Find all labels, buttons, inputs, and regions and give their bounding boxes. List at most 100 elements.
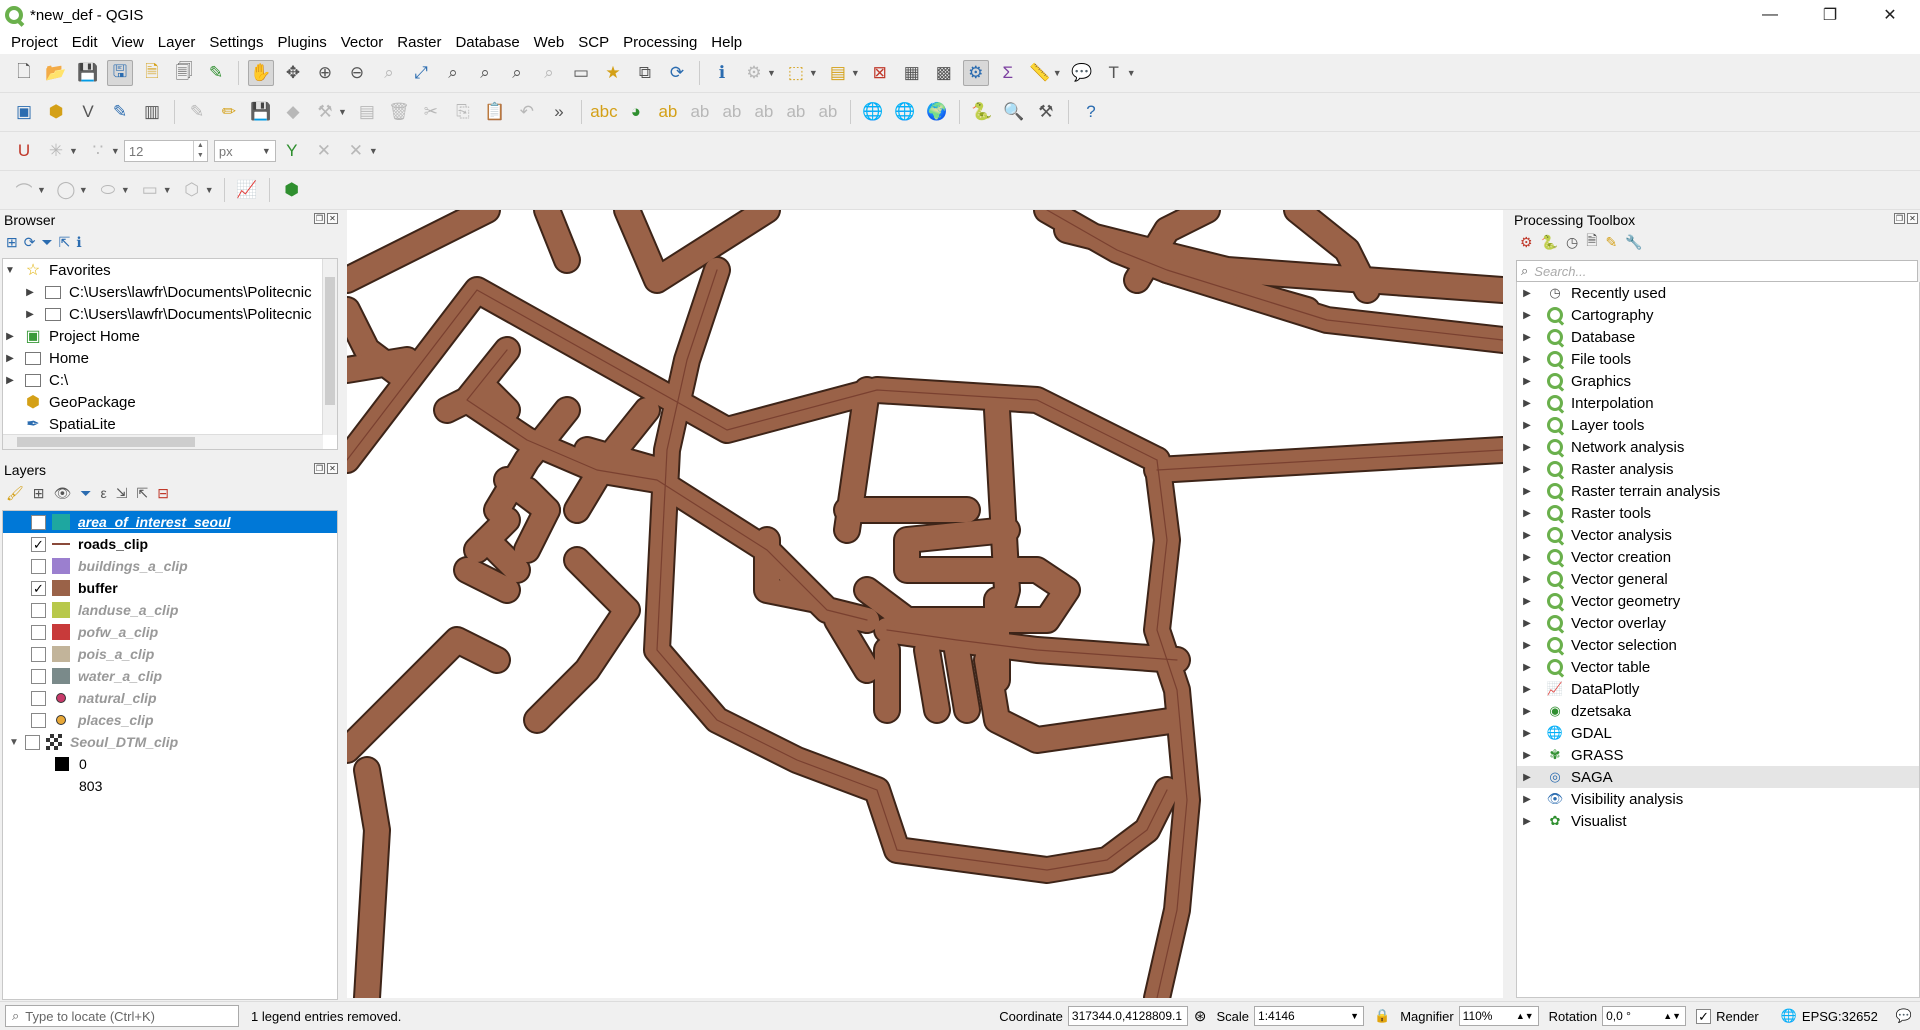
processing-search-input[interactable]: ⌕ Search... (1516, 260, 1918, 282)
filter-legend-icon[interactable]: ⏷ (80, 485, 91, 502)
snapping-intersection-icon[interactable]: ✕ (343, 138, 369, 164)
layer-visibility-checkbox[interactable] (31, 624, 46, 640)
expand-arrow-icon[interactable]: ▶ (1517, 552, 1537, 563)
close-panel-button[interactable]: ✕ (1907, 213, 1918, 224)
refresh-icon[interactable]: ⟳ (24, 234, 36, 251)
browser-item-home[interactable]: ▶ Home (3, 347, 337, 369)
scripts-icon[interactable]: 🐍 (1541, 234, 1558, 251)
crs-globe-icon[interactable]: 🌐 (1781, 1008, 1797, 1024)
expand-arrow-icon[interactable]: ▶ (1517, 574, 1537, 585)
browser-item-geopackage[interactable]: ⬢ GeoPackage (3, 391, 337, 413)
processing-group-saga[interactable]: ▶ ◎ SAGA (1517, 766, 1919, 788)
statistical-summary-icon[interactable]: Σ (995, 60, 1021, 86)
add-vector-layer-icon[interactable]: V (75, 99, 101, 125)
pan-to-selection-icon[interactable]: ✥ (280, 60, 306, 86)
layer-visibility-checkbox[interactable] (31, 558, 46, 574)
messages-icon[interactable]: 💬 (1896, 1008, 1912, 1024)
layer-diagram-icon[interactable]: ◕ (623, 99, 649, 125)
browser-item-c-drive[interactable]: ▶ C:\ (3, 369, 337, 391)
expand-arrow-icon[interactable]: ▶ (1517, 508, 1537, 519)
processing-group-recently-used[interactable]: ▶ ◷ Recently used (1517, 282, 1919, 304)
processing-group-cartography[interactable]: ▶ Cartography (1517, 304, 1919, 326)
collapse-all-icon[interactable]: ⇱ (136, 485, 148, 502)
topological-editing-icon[interactable]: Y (279, 138, 305, 164)
digitize-curve-icon[interactable]: ⌒ (11, 177, 37, 203)
expand-arrow-icon[interactable]: ▶ (1517, 618, 1537, 629)
browser-item-spatialite[interactable]: ✒ SpatiaLite (3, 413, 337, 435)
processing-group-raster-tools[interactable]: ▶ Raster tools (1517, 502, 1919, 524)
undo-icon[interactable]: ↶ (514, 99, 540, 125)
layer-visibility-checkbox[interactable] (25, 734, 40, 750)
coordinate-field[interactable]: 317344.0,4128809.1 (1067, 1006, 1188, 1026)
new-project-icon[interactable]: 🗋 (11, 60, 37, 86)
minimize-button[interactable]: — (1740, 0, 1800, 30)
menu-layer[interactable]: Layer (151, 34, 203, 51)
layer-visibility-checkbox[interactable]: ✓ (31, 536, 46, 552)
digitize-ellipse-icon[interactable]: ⬭ (95, 177, 121, 203)
options-icon[interactable]: 🔧 (1625, 234, 1642, 251)
close-panel-button[interactable]: ✕ (327, 463, 338, 474)
collapse-all-icon[interactable]: ⇱ (59, 234, 71, 251)
expand-arrow-icon[interactable]: ▶ (1517, 486, 1537, 497)
float-panel-button[interactable]: ❐ (1894, 213, 1905, 224)
add-group-icon[interactable]: ⊞ (33, 485, 45, 502)
layer-styling-icon[interactable]: 🖌 (6, 485, 24, 502)
zoom-to-selection-icon[interactable]: ⌕ (440, 60, 466, 86)
processing-group-database[interactable]: ▶ Database (1517, 326, 1919, 348)
layer-visibility-checkbox[interactable] (31, 514, 46, 530)
new-print-layout-icon[interactable]: 🗎 (139, 60, 165, 86)
text-annotation-icon[interactable]: T (1101, 60, 1127, 86)
python-console-icon[interactable]: 🐍 (969, 99, 995, 125)
float-panel-button[interactable]: ❐ (314, 463, 325, 474)
save-as-icon[interactable]: 🖫 (107, 60, 133, 86)
layer-row-buffer[interactable]: ✓ buffer (3, 577, 337, 599)
processing-group-vector-analysis[interactable]: ▶ Vector analysis (1517, 524, 1919, 546)
processing-group-network-analysis[interactable]: ▶ Network analysis (1517, 436, 1919, 458)
processing-group-graphics[interactable]: ▶ Graphics (1517, 370, 1919, 392)
snapping-tolerance-input[interactable]: 12 ▲ ▼ (123, 140, 208, 162)
zoom-full-icon[interactable]: ⤢ (408, 60, 434, 86)
identify-features-icon[interactable]: ℹ (709, 60, 735, 86)
menu-edit[interactable]: Edit (65, 34, 105, 51)
maximize-button[interactable]: ❐ (1800, 0, 1860, 30)
toggle-extents-icon[interactable]: ⊛ (1194, 1007, 1207, 1025)
models-icon[interactable]: ⚙ (1520, 234, 1533, 251)
expand-arrow-icon[interactable]: ▶ (1517, 288, 1537, 299)
processing-group-gdal[interactable]: ▶ 🌐 GDAL (1517, 722, 1919, 744)
render-checkbox[interactable]: ✓ (1696, 1008, 1712, 1024)
vertex-tool-icon[interactable]: ⚒ (312, 99, 338, 125)
show-hide-labels-icon[interactable]: ab (719, 99, 745, 125)
expand-arrow-icon[interactable]: ▶ (1517, 728, 1537, 739)
delete-selected-icon[interactable]: 🗑 (386, 99, 412, 125)
browser-item-favorite-1[interactable]: ▶ C:\Users\lawfr\Documents\Politecnic (3, 281, 337, 303)
snapping-mode-icon[interactable]: ✳ (43, 138, 69, 164)
layer-row-natural[interactable]: natural_clip (3, 687, 337, 709)
snapping-unit-select[interactable]: px ▼ (213, 140, 276, 162)
show-bookmarks-icon[interactable]: ⧉ (632, 60, 658, 86)
browser-item-favorite-2[interactable]: ▶ C:\Users\lawfr\Documents\Politecnic (3, 303, 337, 325)
expand-arrow-icon[interactable]: ▶ (1517, 420, 1537, 431)
processing-group-dzetsaka[interactable]: ▶ ◉ dzetsaka (1517, 700, 1919, 722)
expand-arrow-icon[interactable]: ▶ (1517, 662, 1537, 673)
processing-group-visualist[interactable]: ▶ ✿ Visualist (1517, 810, 1919, 832)
menu-processing[interactable]: Processing (616, 34, 704, 51)
snapping-type-icon[interactable]: ∵ (85, 138, 111, 164)
map-render[interactable] (347, 210, 1503, 998)
add-wfs-layer-icon[interactable]: 🌐 (892, 99, 918, 125)
menu-plugins[interactable]: Plugins (271, 34, 334, 51)
new-bookmark-icon[interactable]: ★ (600, 60, 626, 86)
profile-tool-icon[interactable]: 📈 (234, 177, 260, 203)
magnifier-field[interactable]: 110% ▲▼ (1458, 1006, 1539, 1026)
map-tips-icon[interactable]: 💬 (1069, 60, 1095, 86)
more-tools-icon[interactable]: » (546, 99, 572, 125)
layer-visibility-checkbox[interactable] (31, 712, 46, 728)
add-feature-icon[interactable]: ◆ (280, 99, 306, 125)
digitize-polygon-icon[interactable]: ⬡ (179, 177, 205, 203)
field-calculator-icon[interactable]: ▩ (931, 60, 957, 86)
menu-database[interactable]: Database (448, 34, 526, 51)
zoom-out-icon[interactable]: ⊖ (344, 60, 370, 86)
add-wms-layer-icon[interactable]: 🌐 (860, 99, 886, 125)
lock-scale-icon[interactable]: 🔒 (1374, 1008, 1390, 1024)
new-geopackage-layer-icon[interactable]: ⬢ (43, 99, 69, 125)
avoid-overlap-icon[interactable]: ✕ (311, 138, 337, 164)
